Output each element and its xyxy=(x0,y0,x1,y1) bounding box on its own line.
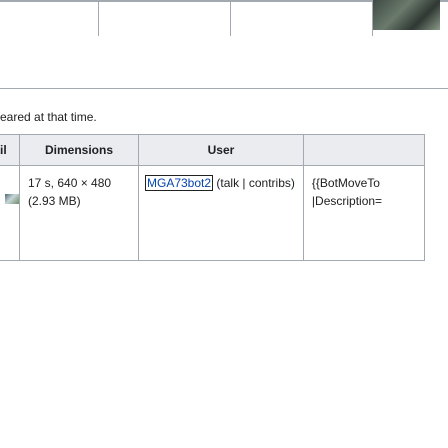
user-cell: MGA73bot2 (talk | contribs) xyxy=(138,165,304,261)
user-name-link[interactable]: MGA73bot2 xyxy=(145,175,214,191)
table-header-row: ail Dimensions User xyxy=(0,134,425,166)
previous-table-fragment xyxy=(0,0,448,36)
previous-thumbnail-image[interactable] xyxy=(373,0,440,30)
comment-line-2: |Description= xyxy=(311,194,383,208)
section-divider xyxy=(0,88,448,89)
file-history-table: ail Dimensions User 17 s, 640 × 480 (2.9… xyxy=(0,134,425,261)
page: eared at that time. ail Dimensions User … xyxy=(0,0,448,448)
header-comment xyxy=(302,134,425,166)
dimensions-value: 17 s, 640 × 480 xyxy=(28,176,112,190)
header-user: User xyxy=(138,134,304,166)
thumbnail-cell xyxy=(0,165,20,261)
user-links-close: ) xyxy=(290,176,295,190)
comment-cell: {{BotMoveTo |Description= xyxy=(302,165,425,261)
file-size-value: (2.93 MB) xyxy=(28,194,81,208)
table-row: 17 s, 640 × 480 (2.93 MB) MGA73bot2 (tal… xyxy=(0,165,425,261)
header-dimensions: Dimensions xyxy=(19,134,139,166)
comment-line-1: {{BotMoveTo xyxy=(311,176,380,190)
user-contribs-link[interactable]: contribs xyxy=(249,176,291,190)
file-thumbnail-image[interactable] xyxy=(5,194,19,204)
dimensions-cell: 17 s, 640 × 480 (2.93 MB) xyxy=(19,165,139,261)
user-links-separator: | xyxy=(239,176,249,190)
file-history-note: eared at that time. xyxy=(0,110,97,124)
header-thumbnail: ail xyxy=(0,134,20,166)
user-talk-link[interactable]: talk xyxy=(220,176,239,190)
